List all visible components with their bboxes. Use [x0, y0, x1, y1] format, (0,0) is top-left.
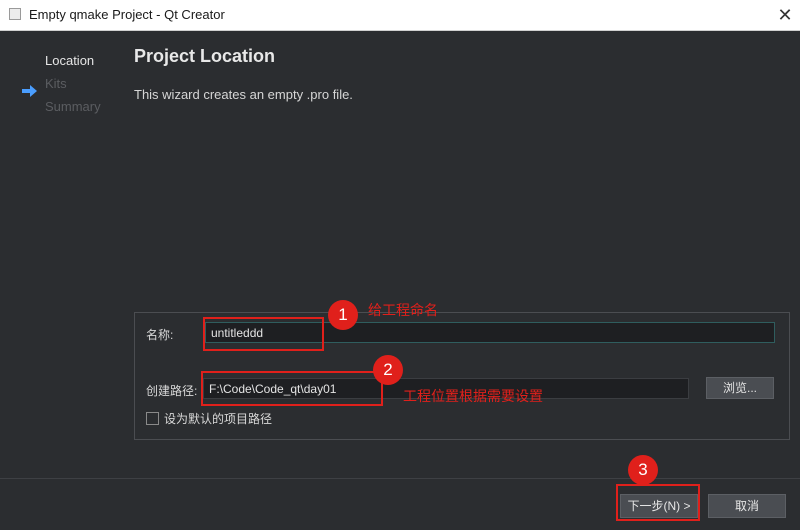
app-icon — [9, 8, 21, 20]
window-title: Empty qmake Project - Qt Creator — [29, 7, 225, 22]
annotation-box-path — [201, 371, 383, 406]
annotation-text-2: 工程位置根据需要设置 — [403, 388, 543, 404]
step-kits: Kits — [45, 76, 67, 91]
page-title: Project Location — [134, 46, 276, 66]
close-button[interactable]: ✕ — [770, 0, 800, 30]
cancel-button[interactable]: 取消 — [708, 494, 786, 518]
annotation-text-1: 给工程命名 — [368, 302, 438, 318]
wizard-content: Project Location This wizard creates an … — [118, 31, 800, 478]
annotation-badge-2: 2 — [373, 355, 403, 385]
default-path-checkbox[interactable] — [146, 412, 159, 425]
default-path-label: 设为默认的项目路径 — [164, 412, 273, 426]
step-summary: Summary — [45, 99, 101, 114]
arrow-right-icon — [22, 85, 37, 97]
browse-button[interactable]: 浏览... — [706, 377, 774, 399]
path-label: 创建路径: — [146, 384, 198, 398]
page-description: This wizard creates an empty .pro file. — [134, 87, 353, 102]
title-bar: Empty qmake Project - Qt Creator ✕ — [0, 0, 800, 31]
annotation-badge-3: 3 — [628, 455, 658, 485]
annotation-badge-1: 1 — [328, 300, 358, 330]
step-location: Location — [45, 53, 95, 68]
name-label: 名称: — [146, 328, 174, 342]
annotation-box-next — [616, 484, 700, 521]
wizard-steps-sidebar: Location Kits Summary — [0, 31, 118, 478]
annotation-box-name — [203, 317, 324, 351]
